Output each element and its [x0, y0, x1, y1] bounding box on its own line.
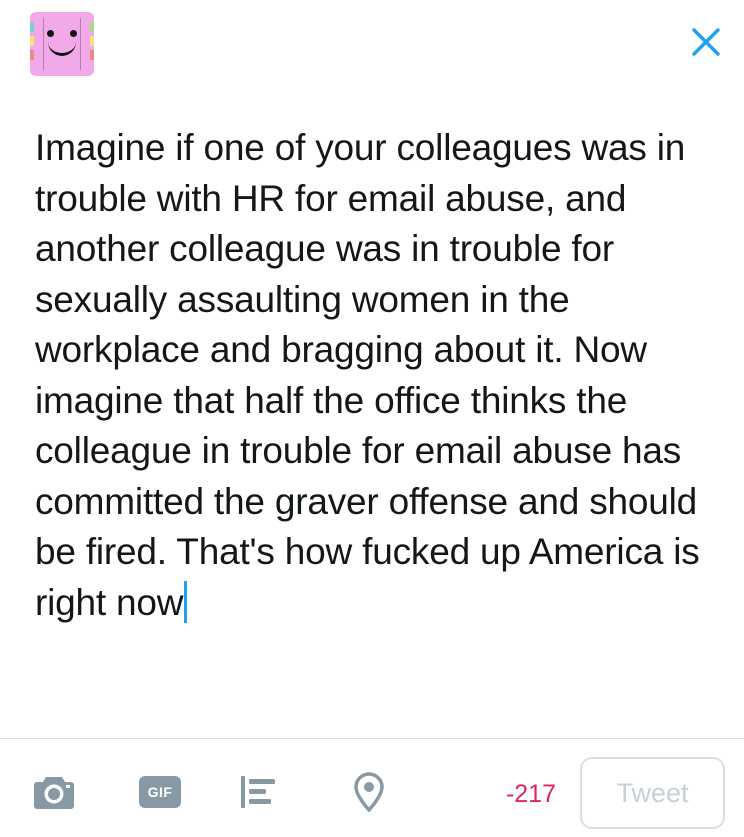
tweet-text: Imagine if one of your colleagues was in… [35, 127, 710, 623]
avatar-tab-decoration [30, 50, 34, 60]
camera-button[interactable] [32, 773, 76, 811]
avatar-tab-decoration [90, 22, 94, 32]
text-cursor [184, 580, 188, 623]
character-count: -217 [505, 780, 556, 808]
avatar [30, 12, 94, 76]
avatar-line [80, 18, 81, 70]
avatar-tab-decoration [90, 36, 94, 46]
poll-button[interactable] [239, 775, 279, 809]
avatar-line [43, 18, 44, 70]
compose-toolbar: GIF -217 Tweet [0, 739, 744, 837]
avatar-tab-decoration [90, 50, 94, 60]
avatar-mouth [48, 42, 76, 56]
avatar-eye [47, 30, 54, 37]
close-icon [692, 28, 720, 56]
location-pin-icon [354, 772, 384, 812]
location-button[interactable] [349, 772, 389, 812]
gif-button[interactable]: GIF [139, 775, 181, 809]
tweet-compose-field[interactable]: Imagine if one of your colleagues was in… [35, 123, 725, 628]
avatar-eye [70, 30, 77, 37]
close-button[interactable] [686, 22, 726, 62]
avatar-tab-decoration [30, 22, 34, 32]
tweet-button[interactable]: Tweet [580, 757, 725, 829]
camera-icon [34, 777, 74, 809]
poll-icon [241, 776, 275, 808]
gif-icon: GIF [139, 776, 181, 808]
avatar-tab-decoration [30, 36, 34, 46]
